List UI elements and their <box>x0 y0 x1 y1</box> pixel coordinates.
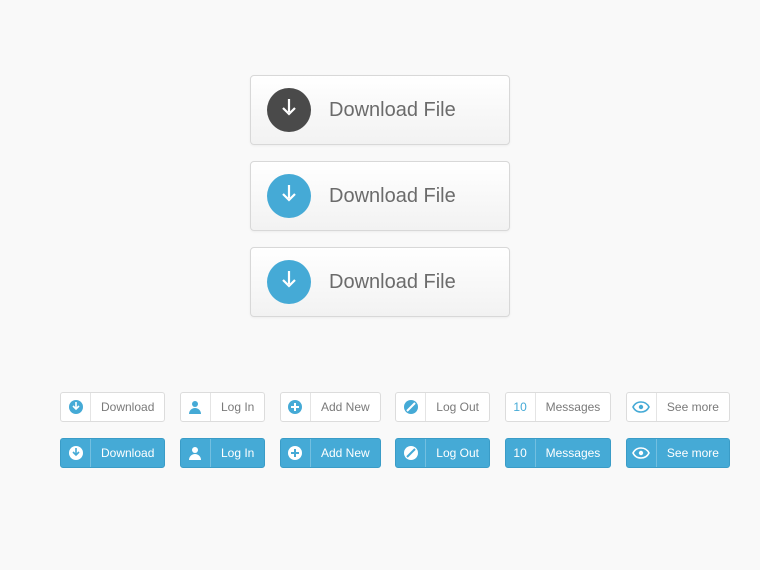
logout-button[interactable]: Log Out <box>395 438 490 468</box>
slash-icon <box>396 439 426 467</box>
plus-icon <box>281 439 311 467</box>
download-button[interactable]: Download <box>60 438 165 468</box>
add-new-button[interactable]: Add New <box>280 438 381 468</box>
button-label: Download File <box>329 99 456 122</box>
plus-icon <box>281 393 311 421</box>
eye-icon <box>627 393 657 421</box>
messages-badge: 10 <box>506 393 536 421</box>
download-file-button-dark[interactable]: Download File <box>250 75 510 145</box>
button-label: Log In <box>211 393 264 421</box>
download-icon <box>61 393 91 421</box>
button-label: See more <box>657 393 729 421</box>
see-more-button[interactable]: See more <box>626 392 730 422</box>
button-label: Download File <box>329 271 456 294</box>
messages-button[interactable]: 10 Messages <box>505 438 612 468</box>
messages-badge: 10 <box>506 439 536 467</box>
slash-icon <box>396 393 426 421</box>
button-label: See more <box>657 439 729 467</box>
button-label: Add New <box>311 439 380 467</box>
download-icon <box>267 174 311 218</box>
download-file-button-blue-alt[interactable]: Download File <box>250 247 510 317</box>
user-icon <box>181 439 211 467</box>
download-file-button-blue[interactable]: Download File <box>250 161 510 231</box>
button-label: Download <box>91 439 164 467</box>
see-more-button[interactable]: See more <box>626 438 730 468</box>
download-icon <box>61 439 91 467</box>
button-label: Log Out <box>426 439 489 467</box>
large-button-group: Download File Download File Download Fil… <box>250 75 510 317</box>
add-new-button[interactable]: Add New <box>280 392 381 422</box>
button-label: Add New <box>311 393 380 421</box>
download-button[interactable]: Download <box>60 392 165 422</box>
download-icon <box>267 260 311 304</box>
button-label: Log In <box>211 439 264 467</box>
logout-button[interactable]: Log Out <box>395 392 490 422</box>
login-button[interactable]: Log In <box>180 438 265 468</box>
user-icon <box>181 393 211 421</box>
login-button[interactable]: Log In <box>180 392 265 422</box>
button-label: Download <box>91 393 164 421</box>
download-icon <box>267 88 311 132</box>
small-button-row-blue: Download Log In Add New Log Out 10 Messa… <box>60 438 730 468</box>
small-button-row-light: Download Log In Add New Log Out 10 Messa… <box>60 392 730 422</box>
button-label: Messages <box>536 439 611 467</box>
button-label: Log Out <box>426 393 489 421</box>
eye-icon <box>627 439 657 467</box>
button-label: Download File <box>329 185 456 208</box>
button-label: Messages <box>536 393 611 421</box>
messages-button[interactable]: 10 Messages <box>505 392 612 422</box>
